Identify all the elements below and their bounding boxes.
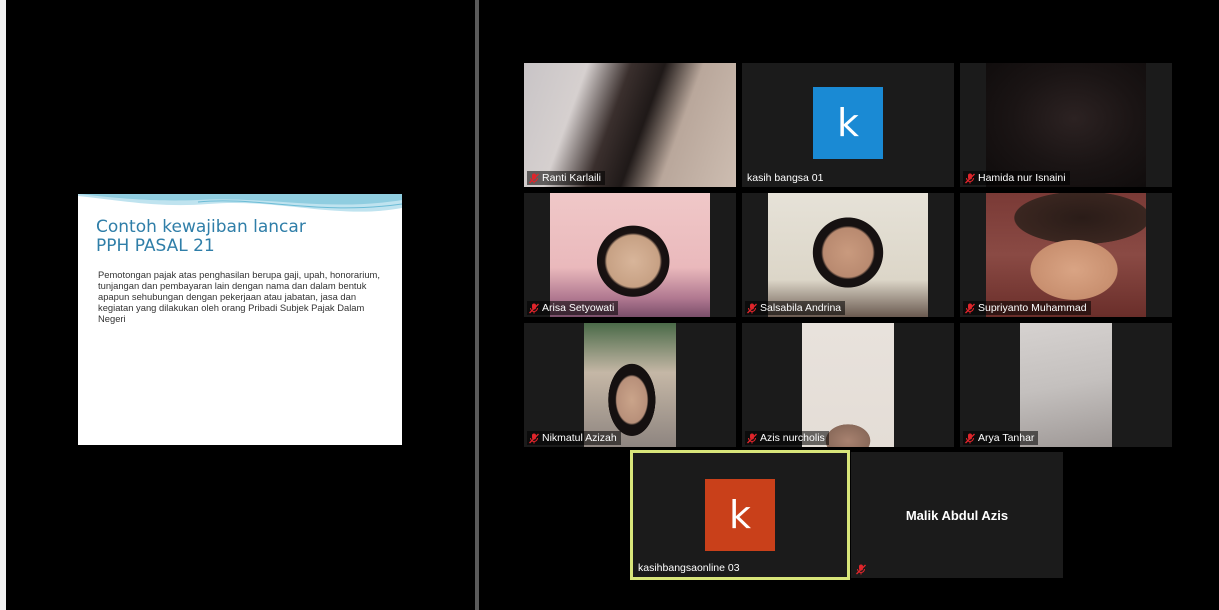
participant-video [768,193,928,317]
screen-edge [0,0,6,610]
participant-video [524,63,736,187]
slide-title-line2: PPH PASAL 21 [96,236,215,256]
muted-mic-icon [965,433,975,443]
participant-name-tag: kasih bangsa 01 [745,171,827,185]
video-tile[interactable]: Malik Abdul Azis [851,452,1063,578]
muted-mic-icon [529,303,539,313]
video-tile[interactable]: k kasih bangsa 01 [742,63,954,187]
participant-video [584,323,676,447]
video-tile[interactable]: Salsabila Andrina [742,193,954,317]
participant-name: Nikmatul Azizah [542,432,617,444]
video-tile[interactable]: Hamida nur Isnaini [960,63,1172,187]
video-tile[interactable]: Nikmatul Azizah [524,323,736,447]
gallery-view: Ranti Karlaili k kasih bangsa 01 Hamida … [479,0,1219,610]
participant-name-tag: Azis nurcholis [745,431,829,445]
muted-mic-icon [747,433,757,443]
presentation-slide: Contoh kewajiban lancar PPH PASAL 21 Pem… [78,194,402,445]
video-tile[interactable]: Arisa Setyowati [524,193,736,317]
participant-video [986,63,1146,187]
participant-name-tag: kasihbangsaonline 03 [636,561,744,575]
participant-video [550,193,710,317]
muted-mic-icon [747,303,757,313]
participant-name: Arisa Setyowati [542,302,615,314]
participant-name-tag [854,563,870,576]
muted-mic-icon [529,173,539,183]
participant-name-tag: Arisa Setyowati [527,301,619,315]
participant-name-center: Malik Abdul Azis [905,507,1009,523]
participant-video [986,193,1146,317]
slide-title: Contoh kewajiban lancar PPH PASAL 21 [96,218,386,256]
video-tile[interactable]: Azis nurcholis [742,323,954,447]
participant-name: Hamida nur Isnaini [978,172,1066,184]
participant-name-tag: Supriyanto Muhammad [963,301,1091,315]
participant-name: Supriyanto Muhammad [978,302,1087,314]
video-tile[interactable]: Ranti Karlaili [524,63,736,187]
participant-name: kasihbangsaonline 03 [638,562,740,574]
participant-name-tag: Nikmatul Azizah [527,431,621,445]
participant-name: Arya Tanhar [978,432,1035,444]
participant-name: Salsabila Andrina [760,302,842,314]
muted-mic-icon [965,173,975,183]
slide-body-text: Pemotongan pajak atas penghasilan berupa… [98,269,380,324]
participant-name-tag: Ranti Karlaili [527,171,605,185]
participant-name-tag: Arya Tanhar [963,431,1039,445]
video-tile[interactable]: Arya Tanhar [960,323,1172,447]
active-speaker-tile[interactable]: k kasihbangsaonline 03 [630,450,850,580]
muted-mic-icon [529,433,539,443]
video-tile[interactable]: Supriyanto Muhammad [960,193,1172,317]
muted-mic-icon [856,564,866,575]
participant-name-tag: Salsabila Andrina [745,301,846,315]
muted-mic-icon [965,303,975,313]
participant-video [802,323,894,447]
shared-screen-pane: Contoh kewajiban lancar PPH PASAL 21 Pem… [0,0,475,610]
participant-name-tag: Hamida nur Isnaini [963,171,1070,185]
slide-title-line1: Contoh kewajiban lancar [96,217,306,237]
participant-name: Ranti Karlaili [542,172,601,184]
participant-name: kasih bangsa 01 [747,172,824,184]
participant-name: Azis nurcholis [760,432,825,444]
avatar: k [813,87,883,159]
avatar: k [705,479,775,551]
zoom-meeting-window: Contoh kewajiban lancar PPH PASAL 21 Pem… [0,0,1219,610]
participant-video [1020,323,1112,447]
